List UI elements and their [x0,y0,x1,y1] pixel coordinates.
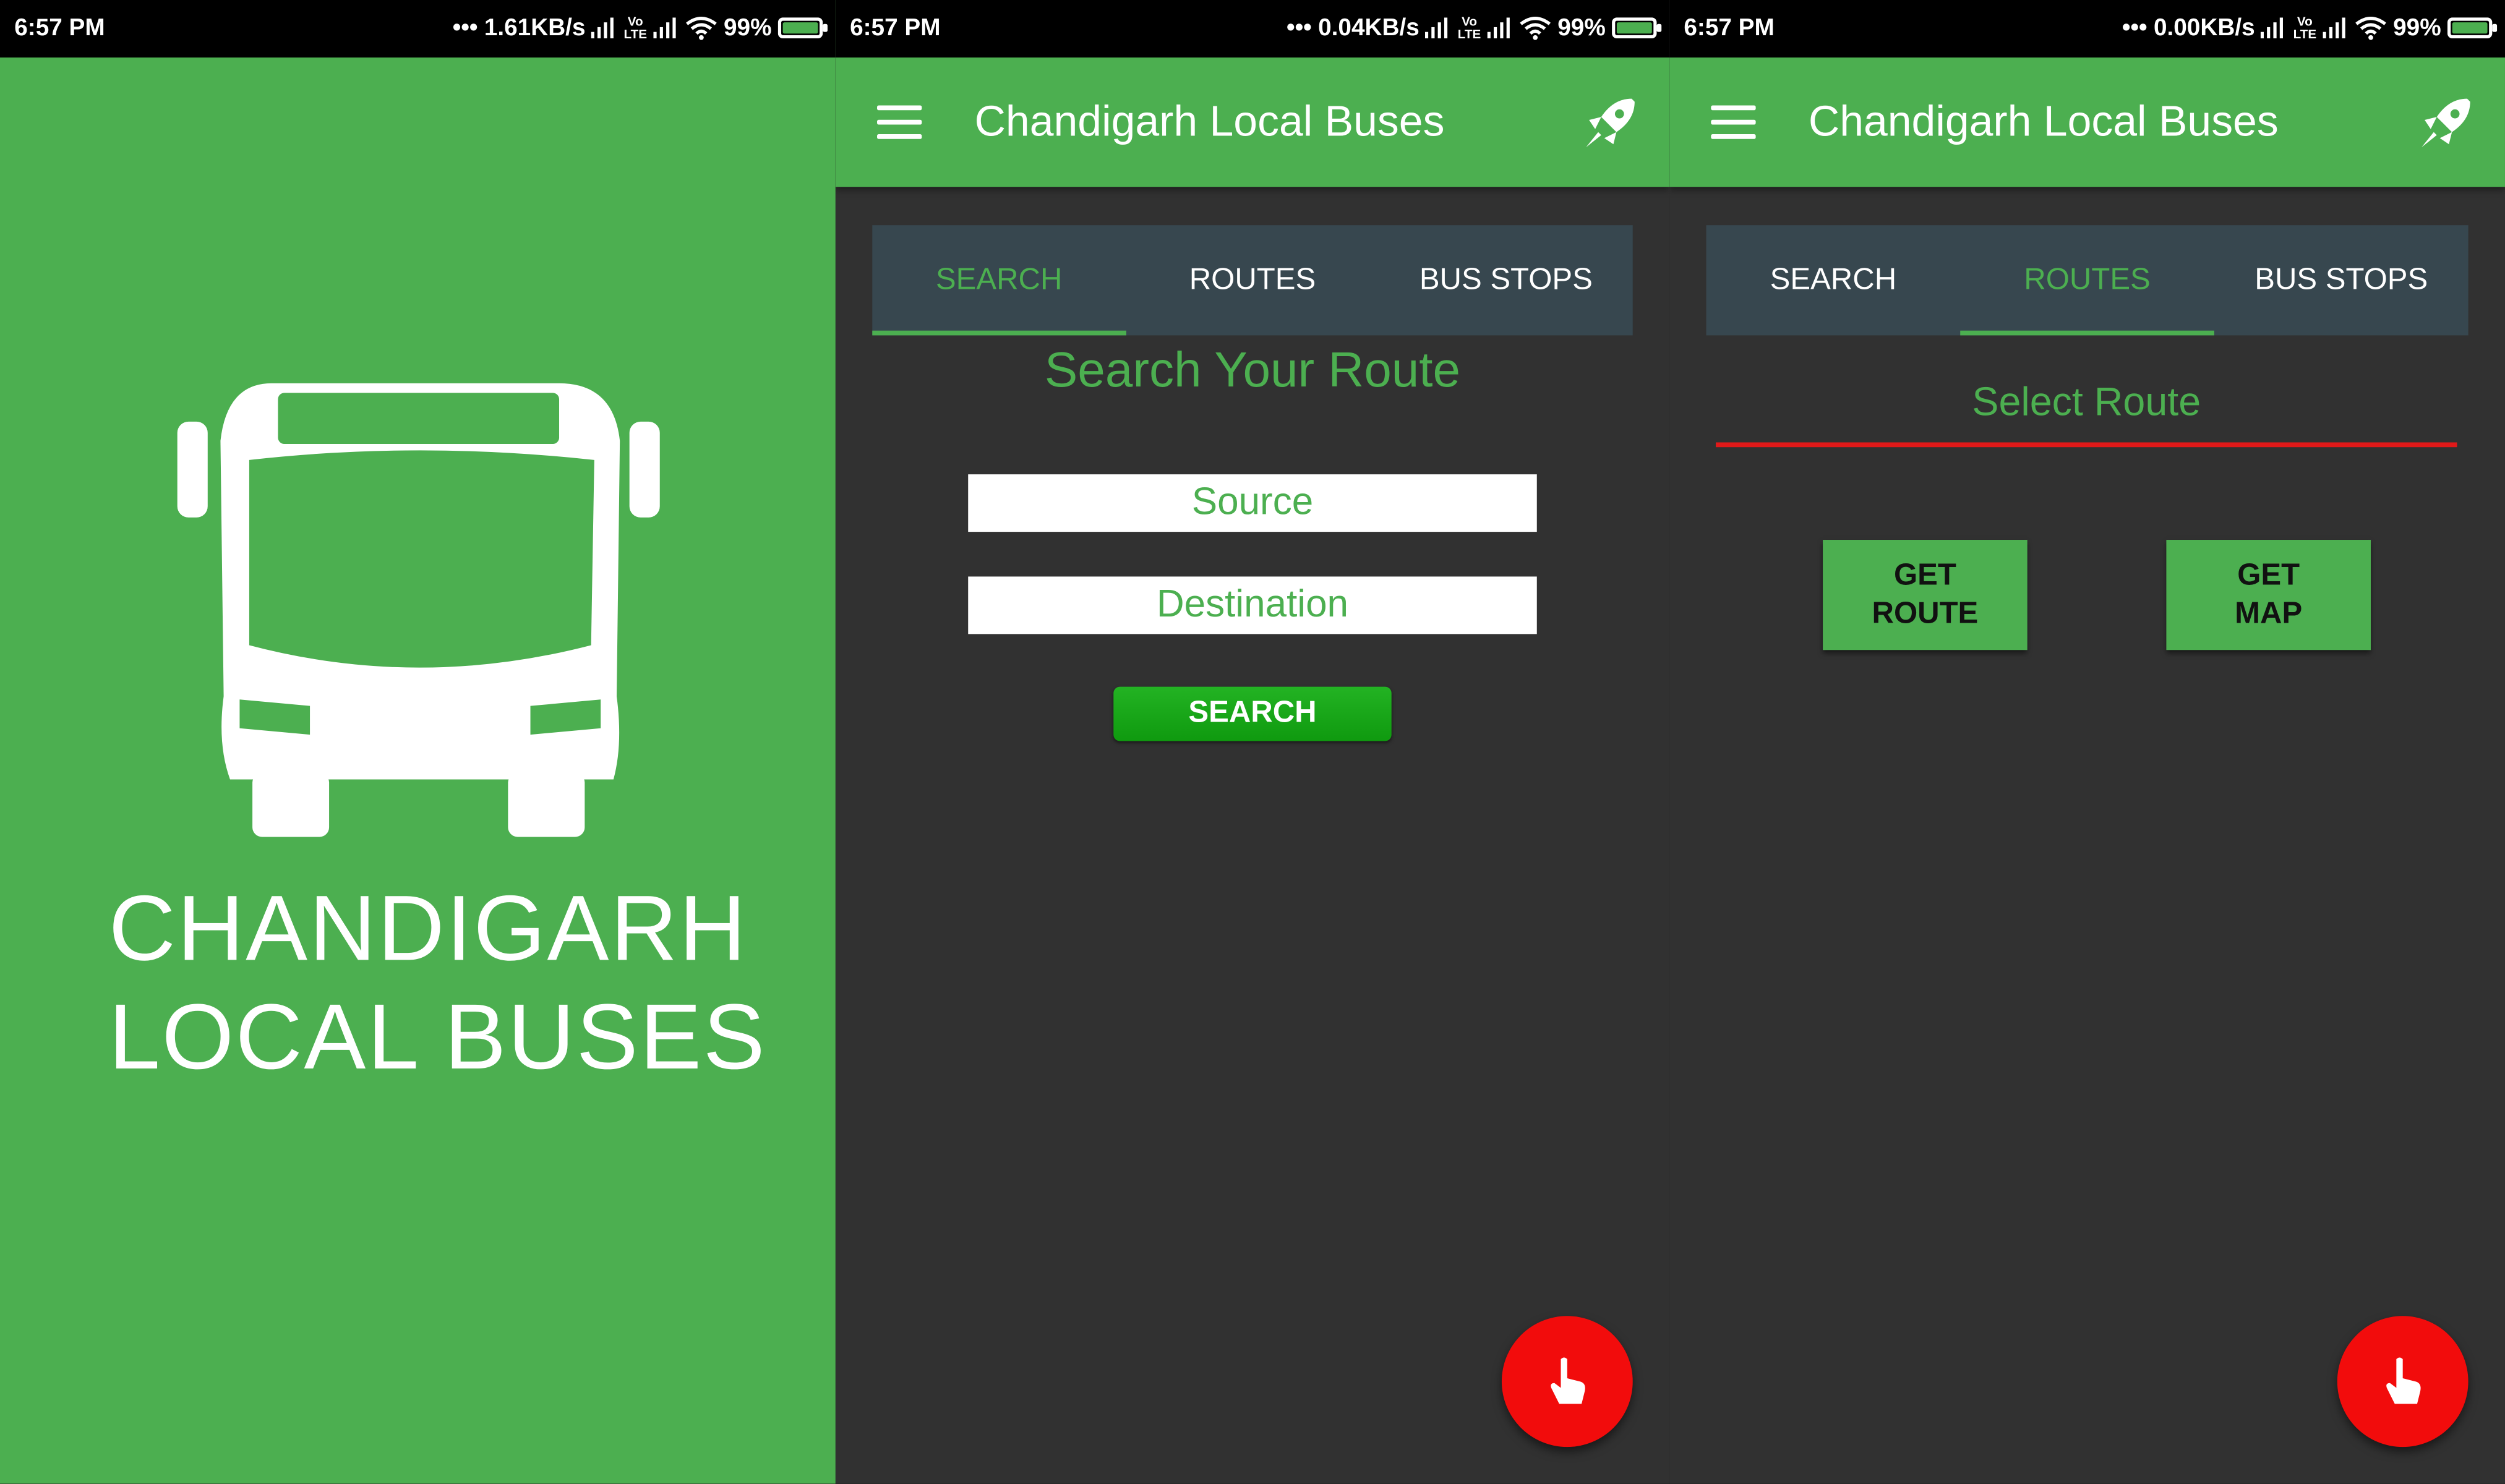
get-map-label-line1: GET [2237,558,2300,592]
app-bar: Chandigarh Local Buses [1669,57,2505,187]
source-input[interactable]: Source [968,474,1537,532]
search-button[interactable]: SEARCH [1113,686,1392,741]
tab-bar: SEARCH ROUTES BUS STOPS [1706,225,2469,336]
splash-title: CHANDIGARH LOCAL BUSES [109,875,780,1092]
tab-bus-stops[interactable]: BUS STOPS [1379,225,1633,335]
volte-icon: Vo LTE [1457,13,1481,41]
battery-percent: 99% [1557,14,1606,42]
get-map-button[interactable]: GET MAP [2166,540,2371,650]
hamburger-menu-icon[interactable] [1711,105,1758,140]
get-route-button[interactable]: GET ROUTE [1823,540,2028,650]
signal-icon [2323,17,2345,38]
network-speed: 0.04KB/s [1318,14,1419,42]
signal-icon [653,17,676,38]
more-dots-icon: ••• [1287,14,1312,42]
battery-icon [1612,17,1662,38]
signal-icon [1487,17,1510,38]
app-title: Chandigarh Local Buses [974,97,1445,146]
app-bar: Chandigarh Local Buses [835,57,1670,187]
splash-screen: 6:57 PM ••• 1.61KB/s Vo LTE 99% CHANDIGA… [0,0,836,1484]
splash-title-line2: LOCAL BUSES [108,985,767,1090]
tab-routes[interactable]: ROUTES [1960,225,2214,336]
tab-bar: SEARCH ROUTES BUS STOPS [872,225,1633,336]
routes-screen: 6:57 PM ••• 0.00KB/s Vo LTE 99% Chandigar… [1669,0,2505,1484]
status-time: 6:57 PM [850,14,941,42]
splash-title-line1: CHANDIGARH [108,877,748,981]
wifi-icon [1520,17,1551,40]
get-route-label-line2: ROUTE [1872,596,1979,630]
wifi-icon [685,17,717,40]
status-time: 6:57 PM [14,14,105,42]
hamburger-menu-icon[interactable] [877,105,925,140]
volte-icon: Vo LTE [623,13,647,41]
battery-percent: 99% [723,14,772,42]
status-bar: 6:57 PM ••• 0.04KB/s Vo LTE 99% [835,0,1670,58]
get-route-label-line1: GET [1893,558,1956,592]
select-route-dropdown[interactable]: Select Route [1716,380,2457,448]
network-speed: 0.00KB/s [2153,14,2255,42]
tab-bus-stops[interactable]: BUS STOPS [2214,225,2469,335]
tab-search[interactable]: SEARCH [1706,225,1961,335]
rocket-icon[interactable] [2415,93,2476,153]
hand-pointer-icon [2386,1357,2421,1404]
battery-icon [777,17,828,38]
status-indicators: ••• 0.04KB/s Vo LTE 99% [1287,13,1662,42]
more-dots-icon: ••• [2122,14,2147,42]
status-indicators: ••• 1.61KB/s Vo LTE 99% [452,13,828,42]
status-bar: 6:57 PM ••• 0.00KB/s Vo LTE 99% [1669,0,2505,58]
search-screen: 6:57 PM ••• 0.04KB/s Vo LTE 99% Chandigar… [835,0,1670,1484]
status-indicators: ••• 0.00KB/s Vo LTE 99% [2122,13,2498,42]
more-dots-icon: ••• [452,14,478,42]
rocket-icon[interactable] [1580,93,1640,153]
tab-search[interactable]: SEARCH [872,225,1126,336]
search-heading: Search Your Route [1044,341,1461,398]
status-time: 6:57 PM [1684,14,1775,42]
bus-icon [177,383,660,837]
fab-button[interactable] [2337,1316,2469,1448]
signal-icon [2261,17,2284,38]
app-title: Chandigarh Local Buses [1808,97,2279,146]
hand-pointer-icon [1551,1357,1585,1404]
signal-icon [1426,17,1449,38]
tab-routes[interactable]: ROUTES [1126,225,1379,335]
battery-icon [2447,17,2498,38]
signal-icon [591,17,615,38]
volte-icon: Vo LTE [2293,13,2317,41]
battery-percent: 99% [2393,14,2441,42]
destination-input[interactable]: Destination [968,576,1537,634]
status-bar: 6:57 PM ••• 1.61KB/s Vo LTE 99% [0,0,836,58]
fab-button[interactable] [1501,1316,1633,1448]
network-speed: 1.61KB/s [484,14,586,42]
wifi-icon [2355,17,2386,40]
get-map-label-line2: MAP [2235,596,2303,630]
